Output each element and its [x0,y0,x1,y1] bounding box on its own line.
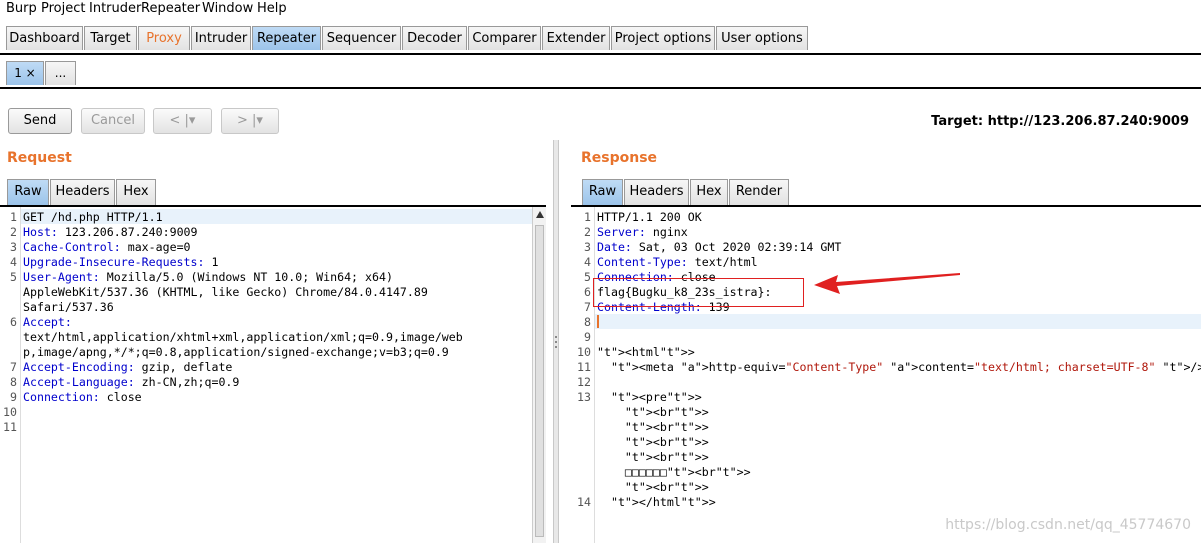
request-tab-raw[interactable]: Raw [7,179,49,205]
response-code-line: HTTP/1.1 200 OK [597,210,702,224]
response-title: Response [581,150,658,166]
send-button[interactable]: Send [8,108,72,134]
watermark: https://blog.csdn.net/qq_45774670 [945,517,1191,533]
request-code-line: Accept-Encoding: gzip, deflate [23,360,233,374]
response-tab-render[interactable]: Render [729,179,789,205]
response-line-number: 13 [577,390,591,404]
response-line-number: 4 [584,255,591,269]
tab-repeater[interactable]: Repeater [252,26,321,50]
request-code-line: Upgrade-Insecure-Requests: 1 [23,255,219,269]
response-code-line: "t"><br"t">> [624,405,709,419]
response-line-number: 5 [584,270,591,284]
request-code-line: p,image/apng,*/*;q=0.8,application/signe… [23,345,449,359]
request-line-number: 11 [3,420,17,434]
response-code-line: "t"><meta "a">http-equiv="Content-Type" … [610,360,1201,374]
main-tab-bar: Dashboard Target Proxy Intruder Repeater… [0,24,1201,55]
request-line-number: 7 [10,360,17,374]
response-code-line: "t"><html"t">> [597,345,695,359]
response-line-number: 6 [584,285,591,299]
response-code-line: Content-Type: text/html [597,255,758,269]
response-line-number: 9 [584,330,591,344]
request-code-line: Accept-Language: zh-CN,zh;q=0.9 [23,375,240,389]
response-line-number: 11 [577,360,591,374]
menu-bar: Burp Project Intruder Repeater Window He… [0,0,1201,18]
request-line-number: 8 [10,375,17,389]
tab-target[interactable]: Target [84,26,137,50]
request-code-line: Connection: close [23,390,142,404]
response-line-number: 10 [577,345,591,359]
request-editor[interactable]: 1 GET /hd.php HTTP/1.1 2 Host: 123.206.87.2… [0,207,532,543]
request-code-line: Safari/537.36 [23,300,114,314]
request-line-number: 5 [10,270,17,284]
menu-help[interactable]: Help [257,1,287,16]
response-code-line: "t"><br"t">> [624,420,709,434]
response-code-line: "t"><br"t">> [624,450,709,464]
annotation-arrow-icon [814,273,960,294]
response-current-line [595,314,1201,329]
request-tab-headers[interactable]: Headers [50,179,115,205]
response-code-line: □□□□□□"t"><br"t">> [597,465,751,479]
response-editor[interactable]: 1 HTTP/1.1 200 OK 2 Server: nginx 3 Date: Sat… [574,207,1201,543]
request-code-line: Accept: [23,315,72,329]
menu-intruder[interactable]: Intruder [89,1,141,16]
repeater-tab-1[interactable]: 1 × [6,61,44,85]
request-line-number: 4 [10,255,17,269]
response-line-number: 14 [577,495,591,509]
request-title: Request [7,150,72,166]
scroll-up-icon[interactable] [536,211,544,218]
menu-burp[interactable]: Burp [6,1,37,16]
request-code-line: AppleWebKit/537.36 (KHTML, like Gecko) C… [23,285,428,299]
response-tab-hex[interactable]: Hex [690,179,728,205]
request-code-line: Cache-Control: max-age=0 [23,240,191,254]
response-code-line: "t"><pre"t">> [610,390,702,404]
response-code-line: Date: Sat, 03 Oct 2020 02:39:14 GMT [597,240,842,254]
response-line-number: 1 [584,210,591,224]
tab-user-options[interactable]: User options [716,26,808,50]
request-line-number: 6 [10,315,17,329]
request-line-number: 2 [10,225,17,239]
request-code-line: Host: 123.206.87.240:9009 [23,225,198,239]
tab-dashboard[interactable]: Dashboard [6,26,83,50]
request-code-line: GET /hd.php HTTP/1.1 [23,210,163,224]
response-tab-raw[interactable]: Raw [582,179,623,205]
forward-button[interactable]: > |▾ [221,108,279,134]
request-code-line: text/html,application/xhtml+xml,applicat… [23,330,463,344]
menu-project[interactable]: Project [41,1,85,16]
response-line-number: 7 [584,300,591,314]
response-code-line: "t"></html"t">> [610,495,716,509]
back-button[interactable]: < |▾ [153,108,212,134]
tab-sequencer[interactable]: Sequencer [322,26,401,50]
response-code-line: Server: nginx [597,225,688,239]
tab-proxy[interactable]: Proxy [138,26,190,50]
request-code-line: User-Agent: Mozilla/5.0 (Windows NT 10.0… [23,270,393,284]
tab-extender[interactable]: Extender [542,26,610,50]
response-line-number: 12 [577,375,591,389]
text-cursor [597,315,599,328]
response-line-number: 3 [584,240,591,254]
tab-project-options[interactable]: Project options [611,26,715,50]
response-line-number: 8 [584,315,591,329]
split-divider[interactable] [553,140,559,543]
menu-window[interactable]: Window [202,1,253,16]
tab-comparer[interactable]: Comparer [468,26,541,50]
request-line-number: 10 [3,405,17,419]
response-line-number: 2 [584,225,591,239]
tab-decoder[interactable]: Decoder [402,26,467,50]
target-label[interactable]: Target: http://123.206.87.240:9009 [931,114,1189,129]
repeater-tab-bar: 1 × ... [0,57,1201,89]
request-scrollbar[interactable] [532,207,546,543]
response-code-line: "t"><br"t">> [624,435,709,449]
request-tab-hex[interactable]: Hex [116,179,156,205]
request-line-number: 3 [10,240,17,254]
tab-intruder[interactable]: Intruder [191,26,251,50]
menu-repeater[interactable]: Repeater [141,1,200,16]
request-scroll-thumb[interactable] [535,225,544,537]
response-code-line: "t"><br"t">> [624,480,709,494]
request-line-number: 9 [10,390,17,404]
request-line-number: 1 [10,210,17,224]
new-repeater-tab[interactable]: ... [45,61,76,85]
response-tab-headers[interactable]: Headers [624,179,689,205]
cancel-button[interactable]: Cancel [81,108,145,134]
flag-highlight-box [593,278,804,307]
